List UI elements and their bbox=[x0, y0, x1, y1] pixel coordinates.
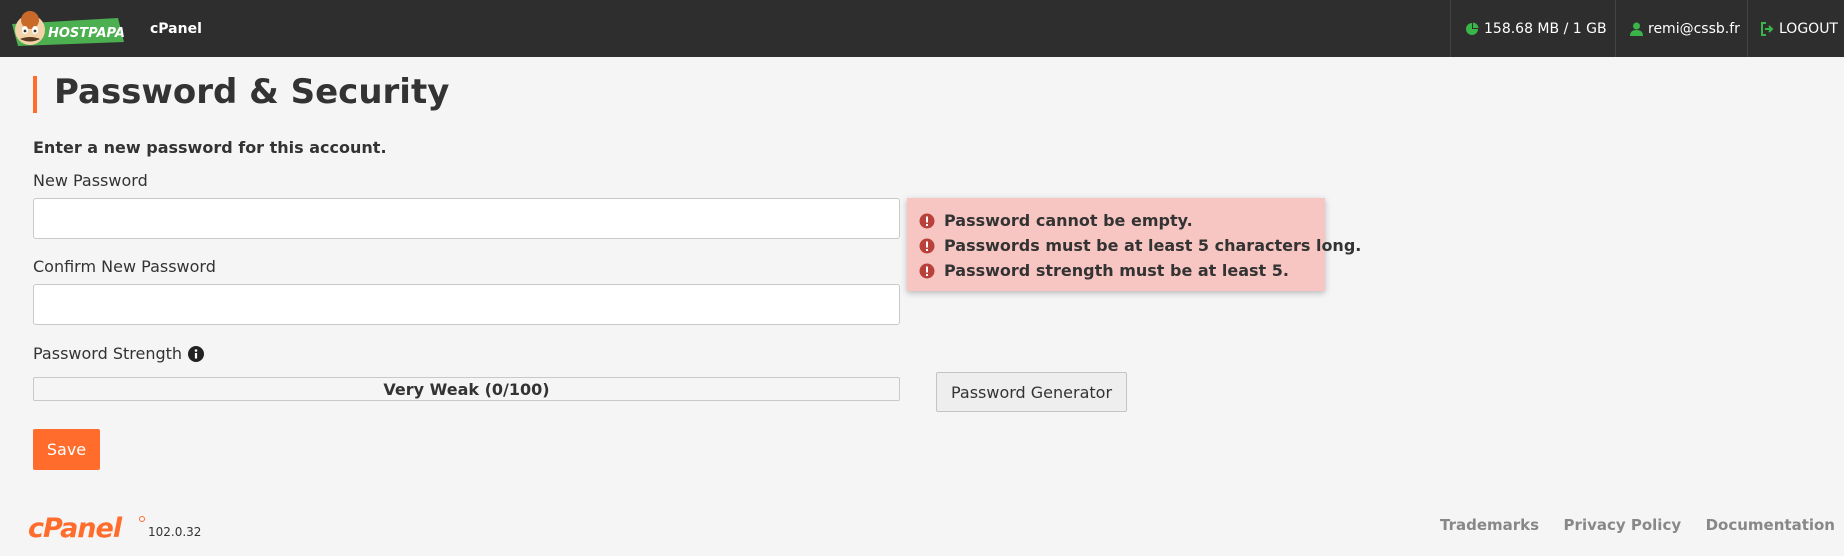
title-accent-bar bbox=[33, 76, 37, 113]
validation-error-text: Password strength must be at least 5. bbox=[944, 261, 1289, 280]
validation-error-text: Passwords must be at least 5 characters … bbox=[944, 236, 1362, 255]
confirm-password-label: Confirm New Password bbox=[33, 257, 216, 276]
hostpapa-logo[interactable]: HOSTPAPA bbox=[8, 8, 128, 52]
validation-errors: Password cannot be empty. Passwords must… bbox=[907, 198, 1361, 291]
new-password-field[interactable] bbox=[33, 198, 900, 239]
disk-usage-text: 158.68 MB / 1 GB bbox=[1484, 20, 1607, 37]
info-icon[interactable] bbox=[188, 345, 205, 362]
validation-error-item: Passwords must be at least 5 characters … bbox=[919, 233, 1361, 258]
confirm-password-field[interactable] bbox=[33, 284, 900, 325]
footer-link-trademarks[interactable]: Trademarks bbox=[1440, 516, 1539, 534]
svg-text:HOSTPAPA: HOSTPAPA bbox=[48, 26, 125, 41]
cpanel-version: 102.0.32 bbox=[148, 525, 202, 539]
exclamation-circle-icon bbox=[919, 263, 935, 278]
cpanel-logo[interactable]: cPanel bbox=[28, 512, 146, 542]
validation-error-item: Password cannot be empty. bbox=[919, 208, 1313, 233]
page-title: Password & Security bbox=[54, 72, 450, 112]
logout-label: LOGOUT bbox=[1779, 20, 1838, 37]
password-strength-label: Password Strength bbox=[33, 344, 183, 363]
intro-text: Enter a new password for this account. bbox=[33, 138, 387, 157]
disk-usage[interactable]: 158.68 MB / 1 GB bbox=[1450, 0, 1615, 57]
validation-error-text: Password cannot be empty. bbox=[944, 211, 1193, 230]
exclamation-circle-icon bbox=[919, 213, 935, 228]
strength-meter-text: Very Weak (0/100) bbox=[383, 379, 550, 399]
password-strength-meter: Very Weak (0/100) bbox=[33, 377, 900, 401]
user-icon bbox=[1630, 22, 1643, 36]
user-email: remi@cssb.fr bbox=[1648, 20, 1740, 37]
logout-icon bbox=[1761, 21, 1774, 36]
password-strength-label-row: Password Strength bbox=[33, 344, 205, 363]
user-menu[interactable]: remi@cssb.fr bbox=[1615, 0, 1747, 57]
footer-link-privacy-policy[interactable]: Privacy Policy bbox=[1564, 516, 1682, 534]
password-generator-button[interactable]: Password Generator bbox=[936, 372, 1127, 412]
top-navbar: HOSTPAPA cPanel 158.68 MB / 1 GB remi@cs… bbox=[0, 0, 1844, 57]
validation-error-item: Password strength must be at least 5. bbox=[919, 258, 1313, 283]
new-password-label: New Password bbox=[33, 171, 148, 190]
svg-text:cPanel: cPanel bbox=[28, 513, 123, 542]
footer-links: Trademarks Privacy Policy Documentation bbox=[1440, 516, 1835, 534]
brand-name[interactable]: cPanel bbox=[150, 21, 202, 37]
footer-link-documentation[interactable]: Documentation bbox=[1706, 516, 1835, 534]
save-button[interactable]: Save bbox=[33, 429, 100, 470]
pie-chart-icon bbox=[1466, 22, 1479, 35]
logout-button[interactable]: LOGOUT bbox=[1747, 0, 1844, 57]
exclamation-circle-icon bbox=[919, 238, 935, 253]
